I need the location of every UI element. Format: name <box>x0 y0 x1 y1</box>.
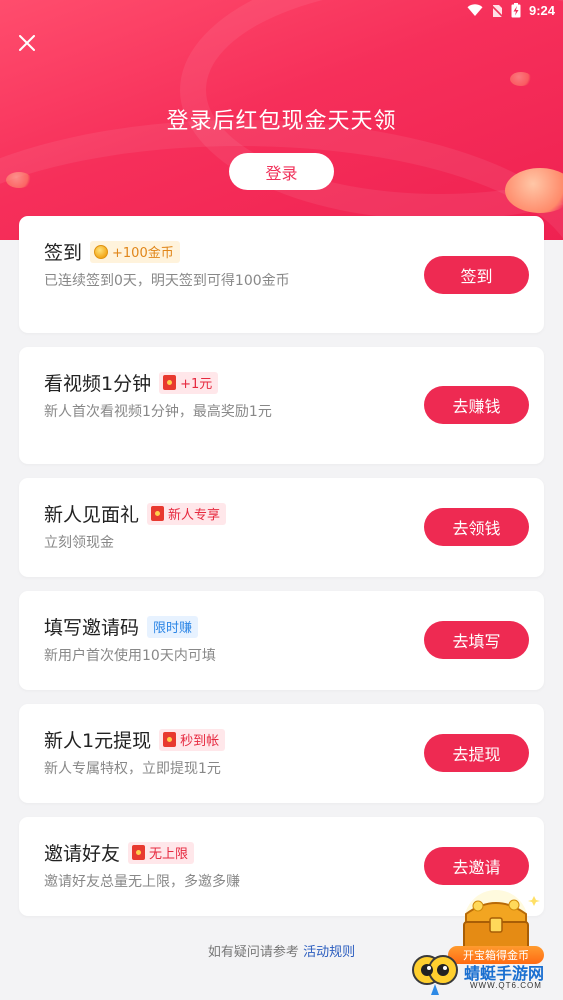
header-banner: 9:24 登录后红包现金天天领 登录 <box>0 0 563 240</box>
claim-money-button[interactable]: 去领钱 <box>424 508 529 546</box>
task-card-checkin: 签到 +100金币 已连续签到0天，明天签到可得100金币 签到 <box>19 216 544 333</box>
coin-decoration <box>6 172 32 188</box>
reward-badge-label: 新人专享 <box>168 508 221 523</box>
task-title: 看视频1分钟 <box>44 373 152 395</box>
coin-icon <box>94 244 109 259</box>
task-card-withdraw: 新人1元提现 秒到帐 新人专属特权，立即提现1元 去提现 <box>19 704 544 803</box>
red-envelope-icon <box>163 732 177 747</box>
reward-badge-label: +1元 <box>180 377 213 392</box>
task-description: 已连续签到0天，明天签到可得100金币 <box>44 273 290 289</box>
activity-rules-link[interactable]: 活动规则 <box>303 945 355 960</box>
red-envelope-icon <box>163 375 177 390</box>
reward-badge-label: 限时赚 <box>153 621 193 636</box>
task-card-watch-video: 看视频1分钟 +1元 新人首次看视频1分钟，最高奖励1元 去赚钱 <box>19 347 544 464</box>
task-description: 邀请好友总量无上限，多邀多赚 <box>44 874 240 890</box>
reward-badge-label: 无上限 <box>149 847 189 862</box>
coin-decoration <box>510 72 532 86</box>
reward-badge: 秒到帐 <box>159 728 226 751</box>
clock: 9:24 <box>528 3 555 18</box>
invite-button[interactable]: 去邀请 <box>424 847 529 885</box>
wifi-icon <box>467 4 483 16</box>
fill-code-button[interactable]: 去填写 <box>424 621 529 659</box>
dragonfly-logo-icon <box>412 955 458 995</box>
checkin-button[interactable]: 签到 <box>424 256 529 294</box>
task-title: 填写邀请码 <box>44 617 140 639</box>
reward-badge-label: 秒到帐 <box>180 734 220 749</box>
task-description: 新人首次看视频1分钟，最高奖励1元 <box>44 404 272 420</box>
no-sim-icon <box>490 3 503 18</box>
reward-badge: 新人专享 <box>147 502 227 525</box>
reward-badge: 限时赚 <box>147 615 199 638</box>
reward-badge: 无上限 <box>128 841 195 864</box>
task-title: 新人见面礼 <box>44 504 140 526</box>
page-title: 登录后红包现金天天领 <box>166 109 397 134</box>
reward-badge: +1元 <box>159 371 219 394</box>
site-watermark: 蜻蜓手游网 WWW.QT6.COM <box>410 950 563 1000</box>
task-card-welcome-gift: 新人见面礼 新人专享 立刻领现金 去领钱 <box>19 478 544 577</box>
reward-badge: +100金币 <box>90 240 180 263</box>
task-title: 签到 <box>44 242 83 264</box>
reward-badge-label: +100金币 <box>112 246 174 261</box>
task-title: 邀请好友 <box>44 843 121 865</box>
login-button[interactable]: 登录 <box>229 153 334 190</box>
earn-money-button[interactable]: 去赚钱 <box>424 386 529 424</box>
task-description: 立刻领现金 <box>44 535 114 551</box>
task-description: 新用户首次使用10天内可填 <box>44 648 216 664</box>
footer-text: 如有疑问请参考 <box>207 945 299 960</box>
close-icon <box>19 35 35 51</box>
close-button[interactable] <box>12 28 42 58</box>
task-description: 新人专属特权，立即提现1元 <box>44 761 221 777</box>
red-envelope-icon <box>132 845 146 860</box>
status-bar: 9:24 <box>0 0 563 26</box>
task-title: 新人1元提现 <box>44 730 152 752</box>
battery-charging-icon <box>511 3 521 18</box>
task-card-invite-code: 填写邀请码 限时赚 新用户首次使用10天内可填 去填写 <box>19 591 544 690</box>
red-envelope-icon <box>151 506 165 521</box>
watermark-url: WWW.QT6.COM <box>470 981 542 990</box>
withdraw-button[interactable]: 去提现 <box>424 734 529 772</box>
